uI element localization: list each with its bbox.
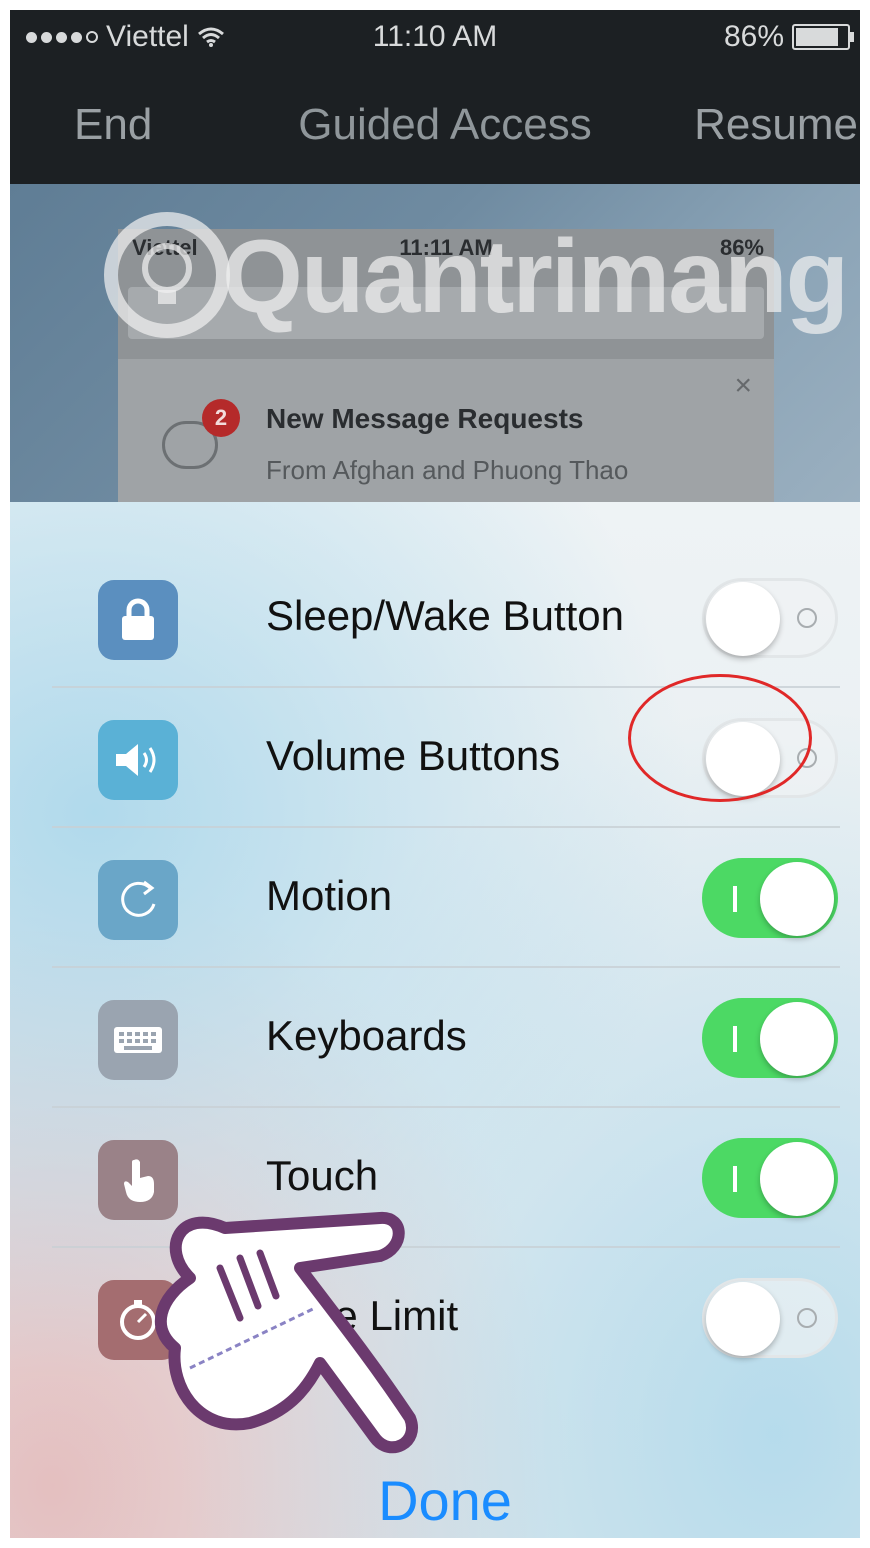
hand-icon <box>98 1140 178 1220</box>
preview-time: 11:11 AM <box>399 235 493 260</box>
lock-icon <box>98 580 178 660</box>
option-row-sleep-wake-button: Sleep/Wake Button <box>52 546 840 688</box>
volume-buttons-toggle[interactable] <box>702 718 838 798</box>
sleep-wake-button-toggle[interactable] <box>702 578 838 658</box>
toggle-knob <box>760 1002 834 1076</box>
card-subtitle: From Afghan and Phuong Thao <box>266 455 629 485</box>
battery-status: 86% <box>723 20 854 54</box>
toggle-knob <box>706 1282 780 1356</box>
preview-search-field <box>128 287 764 339</box>
toggle-on-mark <box>733 1026 737 1052</box>
option-row-touch: Touch <box>52 1106 840 1248</box>
options-sheet: Sleep/Wake Button Volume Buttons Motion Key… <box>10 502 860 1538</box>
battery-percent: 86% <box>723 20 784 53</box>
option-label: Sleep/Wake Button <box>266 592 624 639</box>
done-button[interactable]: Done <box>10 1468 860 1533</box>
motion-toggle[interactable] <box>702 858 838 938</box>
preview-battery: 86% <box>719 235 764 260</box>
card-title: New Message Requests <box>266 403 584 434</box>
speaker-icon <box>98 720 178 800</box>
resume-button[interactable]: Resume <box>694 100 858 150</box>
toggle-knob <box>706 582 780 656</box>
app-screenshot-thumbnail: Viettel 11:11 AM 86% 2 New Message Reque… <box>118 229 774 514</box>
guided-access-screen: Viettel 11:10 AM 86% End Guided Access R… <box>10 10 860 1538</box>
option-label: Time Limit <box>266 1292 459 1339</box>
toggle-off-mark <box>797 608 817 628</box>
toggle-on-mark <box>733 1166 737 1192</box>
toggle-off-mark <box>797 1308 817 1328</box>
toggle-knob <box>706 722 780 796</box>
rotate-icon <box>98 860 178 940</box>
toggle-on-mark <box>733 886 737 912</box>
keyboards-toggle[interactable] <box>702 998 838 1078</box>
guided-access-nav-bar: End Guided Access Resume <box>10 66 860 184</box>
toggle-knob <box>760 862 834 936</box>
battery-icon <box>792 24 854 50</box>
option-row-volume-buttons: Volume Buttons <box>52 686 840 828</box>
message-requests-card: 2 New Message Requests From Afghan and P… <box>118 359 774 514</box>
timer-icon <box>98 1280 178 1360</box>
option-row-motion: Motion <box>52 826 840 968</box>
touch-toggle[interactable] <box>702 1138 838 1218</box>
option-row-time-limit: Time Limit <box>52 1246 840 1386</box>
option-row-keyboards: Keyboards <box>52 966 840 1108</box>
option-label: Keyboards <box>266 1012 467 1059</box>
close-icon: × <box>734 369 752 402</box>
toggle-knob <box>760 1142 834 1216</box>
toggle-off-mark <box>797 748 817 768</box>
notification-badge: 2 <box>202 399 240 437</box>
preview-status-bar: Viettel 11:11 AM 86% <box>118 229 774 269</box>
app-preview: Viettel 11:11 AM 86% 2 New Message Reque… <box>10 184 860 514</box>
option-label: Volume Buttons <box>266 732 561 779</box>
keyboard-icon <box>98 1000 178 1080</box>
status-bar: Viettel 11:10 AM 86% <box>10 10 860 66</box>
time-limit-toggle[interactable] <box>702 1278 838 1358</box>
option-label: Motion <box>266 872 393 919</box>
option-label: Touch <box>266 1152 379 1199</box>
